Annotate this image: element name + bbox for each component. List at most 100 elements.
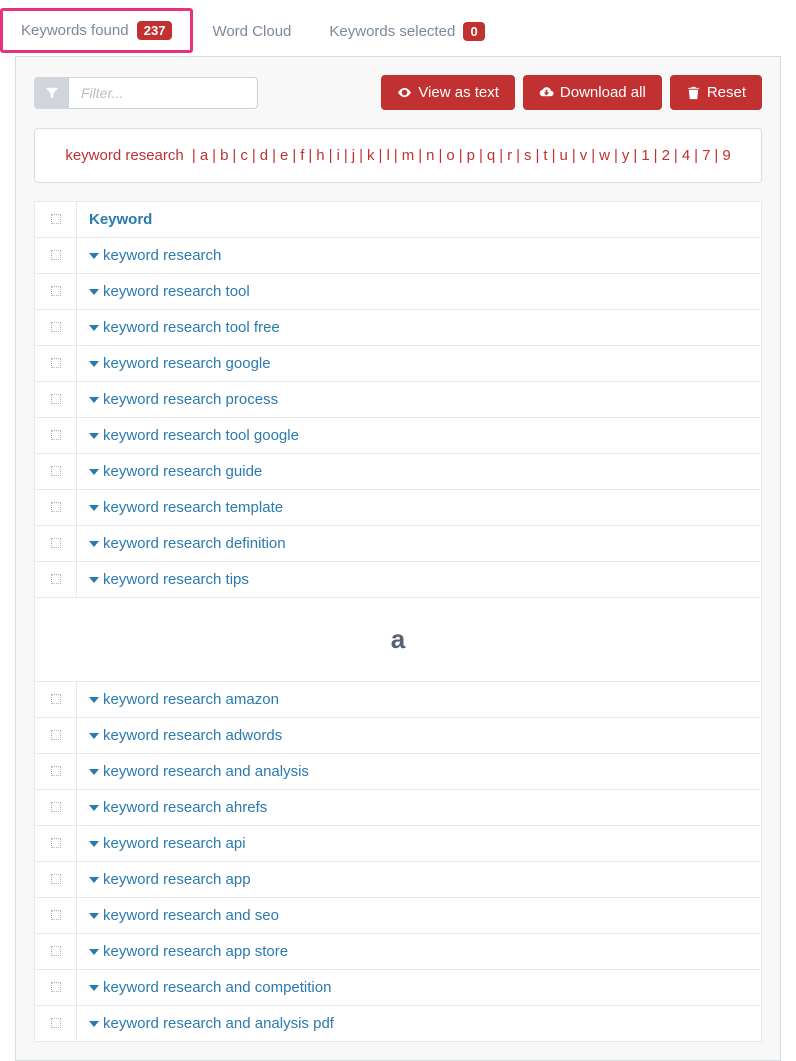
keyword-link[interactable]: keyword research tips <box>103 571 249 588</box>
az-link[interactable]: p <box>467 147 475 164</box>
keyword-link[interactable]: keyword research google <box>103 355 271 372</box>
row-checkbox-cell <box>35 754 77 790</box>
view-as-text-button[interactable]: View as text <box>381 75 515 110</box>
download-all-button[interactable]: Download all <box>523 75 662 110</box>
az-link[interactable]: q <box>487 147 495 164</box>
az-link[interactable]: 9 <box>722 147 730 164</box>
tab-word-cloud[interactable]: Word Cloud <box>193 12 310 50</box>
filter-icon-button[interactable] <box>34 77 68 109</box>
checkbox-icon[interactable] <box>51 322 61 332</box>
keyword-link[interactable]: keyword research adwords <box>103 727 282 744</box>
az-separator: | <box>434 147 446 164</box>
az-link[interactable]: 4 <box>682 147 690 164</box>
caret-down-icon[interactable] <box>89 985 99 991</box>
keywords-found-count-badge: 237 <box>137 21 173 40</box>
checkbox-icon[interactable] <box>51 910 61 920</box>
checkbox-icon[interactable] <box>51 730 61 740</box>
az-link[interactable]: s <box>524 147 532 164</box>
az-link[interactable]: k <box>367 147 375 164</box>
az-link[interactable]: 1 <box>641 147 649 164</box>
checkbox-icon[interactable] <box>51 250 61 260</box>
caret-down-icon[interactable] <box>89 949 99 955</box>
keywords-table: Keyword keyword research keyword research… <box>34 201 762 1042</box>
tab-keywords-found[interactable]: Keywords found 237 <box>0 8 193 53</box>
checkbox-icon[interactable] <box>51 430 61 440</box>
checkbox-icon[interactable] <box>51 538 61 548</box>
keyword-link[interactable]: keyword research tool <box>103 283 250 300</box>
keyword-link[interactable]: keyword research guide <box>103 463 262 480</box>
az-link[interactable]: c <box>240 147 248 164</box>
caret-down-icon[interactable] <box>89 1021 99 1027</box>
keyword-cell: keyword research tips <box>77 562 762 598</box>
checkbox-icon[interactable] <box>51 1018 61 1028</box>
filter-input[interactable] <box>68 77 258 109</box>
caret-down-icon[interactable] <box>89 325 99 331</box>
caret-down-icon[interactable] <box>89 253 99 259</box>
checkbox-icon[interactable] <box>51 838 61 848</box>
tab-keywords-selected[interactable]: Keywords selected 0 <box>310 11 503 51</box>
keyword-link[interactable]: keyword research app store <box>103 943 288 960</box>
keyword-link[interactable]: keyword research app <box>103 871 251 888</box>
keyword-link[interactable]: keyword research amazon <box>103 691 279 708</box>
caret-down-icon[interactable] <box>89 805 99 811</box>
keyword-link[interactable]: keyword research and analysis <box>103 763 309 780</box>
checkbox-icon[interactable] <box>51 802 61 812</box>
caret-down-icon[interactable] <box>89 397 99 403</box>
checkbox-icon[interactable] <box>51 358 61 368</box>
az-link[interactable]: h <box>316 147 324 164</box>
caret-down-icon[interactable] <box>89 697 99 703</box>
keyword-link[interactable]: keyword research tool google <box>103 427 299 444</box>
caret-down-icon[interactable] <box>89 541 99 547</box>
checkbox-icon[interactable] <box>51 394 61 404</box>
table-row: keyword research guide <box>35 454 762 490</box>
az-link[interactable]: w <box>599 147 610 164</box>
keyword-link[interactable]: keyword research and competition <box>103 979 331 996</box>
keyword-link[interactable]: keyword research tool free <box>103 319 280 336</box>
az-link[interactable]: a <box>200 147 208 164</box>
caret-down-icon[interactable] <box>89 577 99 583</box>
header-keyword[interactable]: Keyword <box>77 202 762 238</box>
keyword-link[interactable]: keyword research ahrefs <box>103 799 267 816</box>
checkbox-icon[interactable] <box>51 286 61 296</box>
caret-down-icon[interactable] <box>89 841 99 847</box>
keyword-link[interactable]: keyword research process <box>103 391 278 408</box>
table-row: keyword research tool free <box>35 310 762 346</box>
keyword-link[interactable]: keyword research definition <box>103 535 286 552</box>
az-link[interactable]: u <box>560 147 568 164</box>
az-link[interactable]: t <box>543 147 547 164</box>
keyword-link[interactable]: keyword research <box>103 247 221 264</box>
caret-down-icon[interactable] <box>89 733 99 739</box>
row-checkbox-cell <box>35 490 77 526</box>
checkbox-icon[interactable] <box>51 466 61 476</box>
keyword-link[interactable]: keyword research template <box>103 499 283 516</box>
reset-button[interactable]: Reset <box>670 75 762 110</box>
checkbox-icon[interactable] <box>51 574 61 584</box>
caret-down-icon[interactable] <box>89 469 99 475</box>
caret-down-icon[interactable] <box>89 289 99 295</box>
checkbox-icon[interactable] <box>51 766 61 776</box>
checkbox-icon[interactable] <box>51 694 61 704</box>
checkbox-icon[interactable] <box>51 946 61 956</box>
caret-down-icon[interactable] <box>89 877 99 883</box>
button-label: View as text <box>418 84 499 101</box>
az-link[interactable]: 2 <box>662 147 670 164</box>
keyword-link[interactable]: keyword research api <box>103 835 246 852</box>
caret-down-icon[interactable] <box>89 361 99 367</box>
checkbox-icon[interactable] <box>51 982 61 992</box>
keyword-link[interactable]: keyword research and seo <box>103 907 279 924</box>
az-link-first[interactable]: keyword research <box>65 147 183 164</box>
caret-down-icon[interactable] <box>89 913 99 919</box>
az-link[interactable]: o <box>446 147 454 164</box>
caret-down-icon[interactable] <box>89 769 99 775</box>
tab-label: Word Cloud <box>212 23 291 40</box>
filter-wrap <box>34 77 258 109</box>
checkbox-icon[interactable] <box>51 214 61 224</box>
button-label: Download all <box>560 84 646 101</box>
caret-down-icon[interactable] <box>89 505 99 511</box>
row-checkbox-cell <box>35 382 77 418</box>
checkbox-icon[interactable] <box>51 874 61 884</box>
caret-down-icon[interactable] <box>89 433 99 439</box>
checkbox-icon[interactable] <box>51 502 61 512</box>
az-link[interactable]: d <box>260 147 268 164</box>
az-link[interactable]: m <box>402 147 415 164</box>
